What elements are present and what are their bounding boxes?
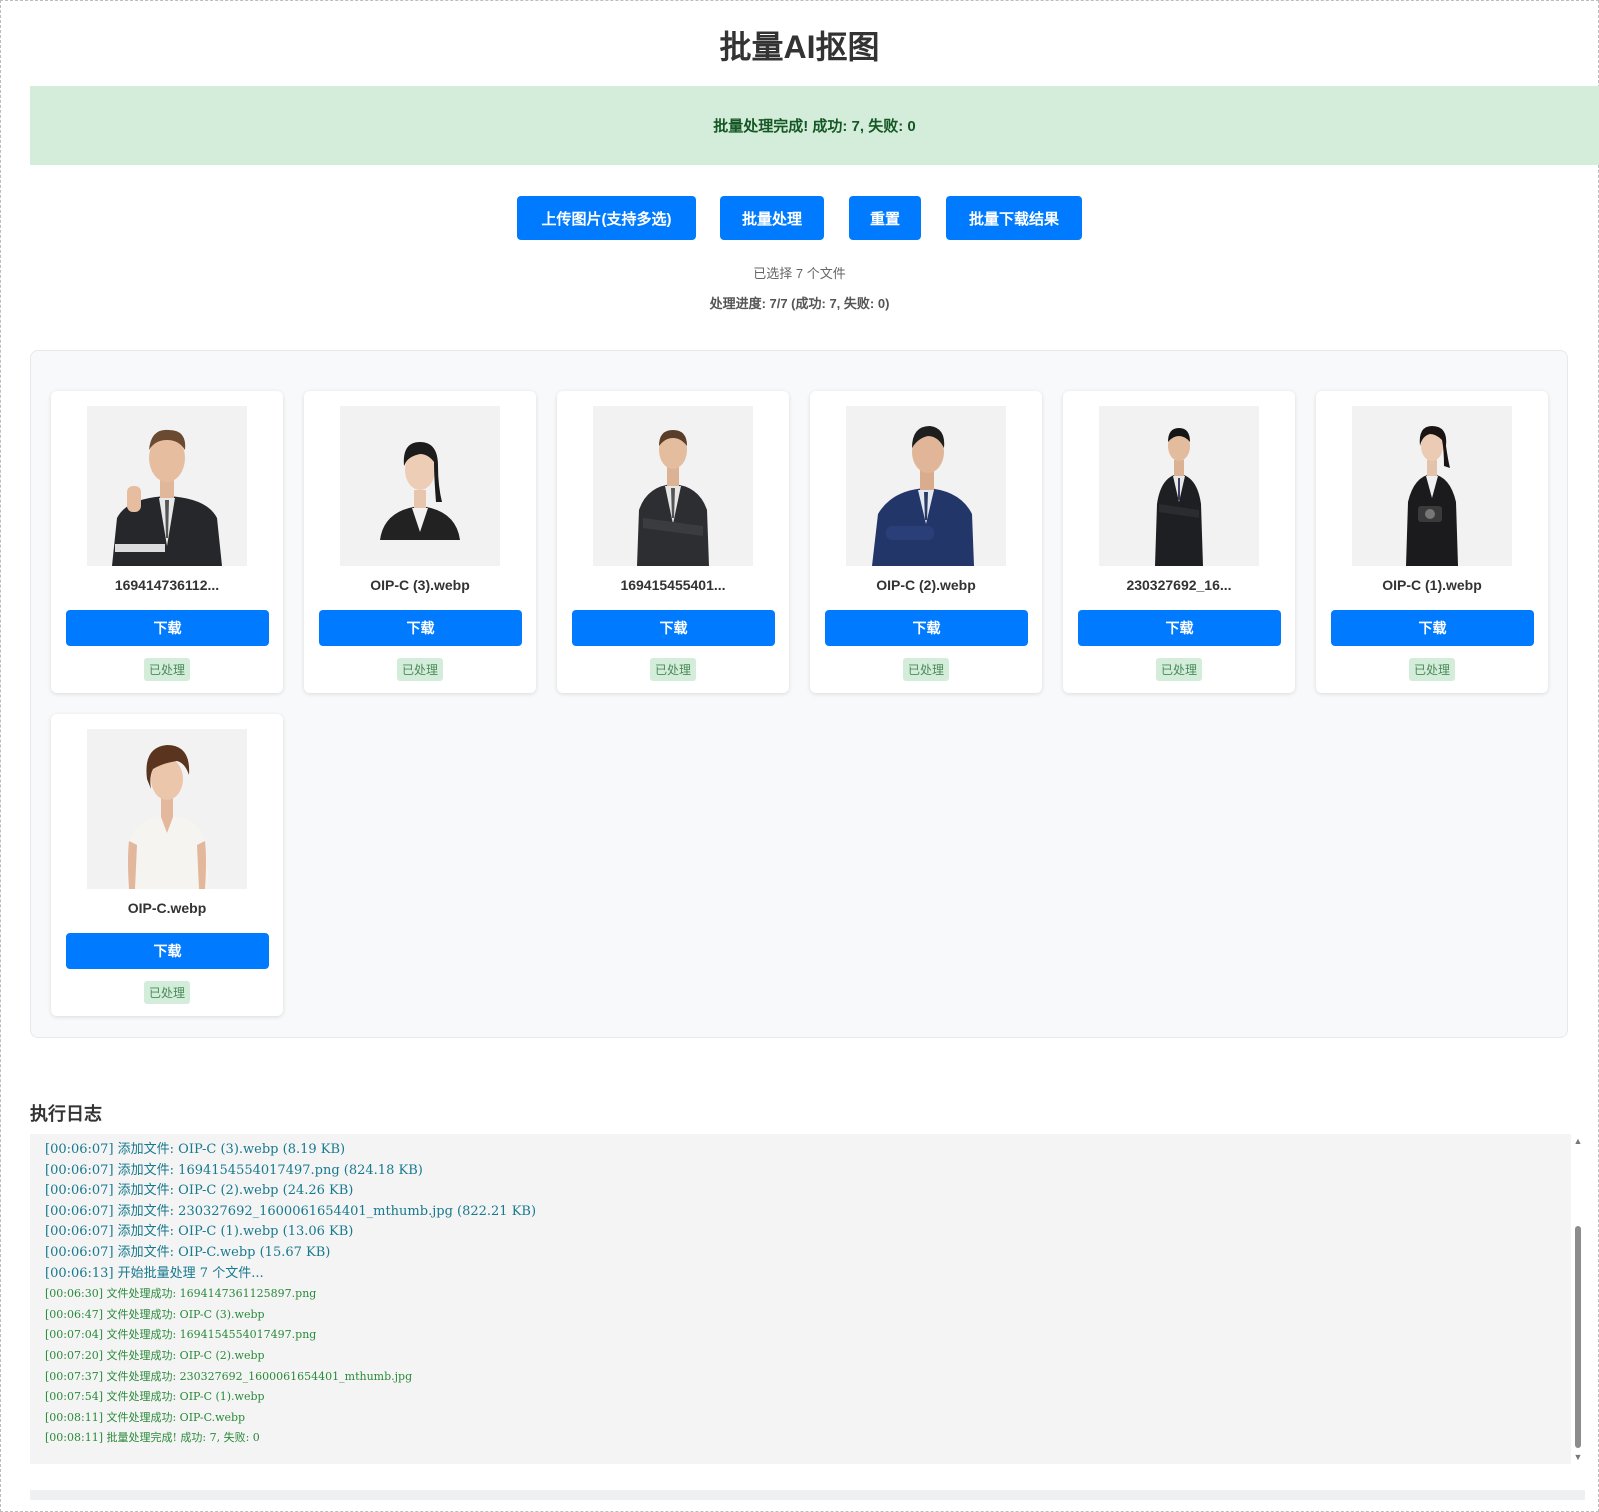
person-portrait-icon: [637, 430, 709, 566]
scroll-down-arrow-icon[interactable]: ▼: [1573, 1452, 1583, 1462]
log-panel[interactable]: [00:06:07] 添加文件: OIP-C (3).webp (8.19 KB…: [30, 1134, 1585, 1464]
success-banner: 批量处理完成! 成功: 7, 失败: 0: [30, 86, 1599, 165]
log-line: [00:07:20] 文件处理成功: OIP-C (2).webp: [45, 1348, 265, 1362]
result-card: OIP-C.webp 下载 已处理: [51, 714, 283, 1016]
batch-download-button[interactable]: 批量下载结果: [946, 196, 1082, 240]
log-line: [00:06:07] 添加文件: OIP-C.webp (15.67 KB): [45, 1244, 331, 1260]
scroll-up-arrow-icon[interactable]: ▲: [1573, 1136, 1583, 1146]
person-portrait-icon: [380, 442, 460, 540]
status-badge: 已处理: [143, 658, 191, 681]
log-line: [00:06:47] 文件处理成功: OIP-C (3).webp: [45, 1307, 265, 1321]
status-badge: 已处理: [902, 658, 950, 681]
scrollbar-thumb[interactable]: [1575, 1226, 1581, 1448]
person-portrait-icon: [1155, 428, 1203, 566]
log-line: [00:08:11] 文件处理成功: OIP-C.webp: [45, 1410, 246, 1424]
result-filename: 230327692_16...: [1126, 577, 1232, 593]
result-card: 230327692_16... 下载 已处理: [1063, 391, 1295, 693]
result-filename: 169415455401...: [620, 577, 726, 593]
download-button[interactable]: 下载: [66, 933, 269, 969]
results-gallery: 169414736112... 下载 已处理 OIP-C (3).webp 下载…: [30, 350, 1568, 1038]
result-thumbnail: [87, 729, 247, 889]
log-line: [00:07:37] 文件处理成功: 230327692_16000616544…: [45, 1369, 413, 1383]
download-button[interactable]: 下载: [825, 610, 1028, 646]
result-card: OIP-C (1).webp 下载 已处理: [1316, 391, 1548, 693]
result-thumbnail: [593, 406, 753, 566]
reset-button[interactable]: 重置: [849, 196, 921, 240]
result-card: OIP-C (3).webp 下载 已处理: [304, 391, 536, 693]
result-filename: OIP-C.webp: [127, 900, 207, 916]
log-line: [00:06:13] 开始批量处理 7 个文件...: [45, 1265, 264, 1281]
result-thumbnail: [1352, 406, 1512, 566]
result-filename: OIP-C (1).webp: [1382, 577, 1482, 593]
log-line: [00:07:04] 文件处理成功: 1694154554017497.png: [45, 1328, 317, 1342]
result-card: 169414736112... 下载 已处理: [51, 391, 283, 693]
progress-status: 处理进度: 7/7 (成功: 7, 失败: 0): [709, 296, 890, 311]
download-button[interactable]: 下载: [1078, 610, 1281, 646]
download-button[interactable]: 下载: [319, 610, 522, 646]
result-thumbnail: [340, 406, 500, 566]
download-button[interactable]: 下载: [572, 610, 775, 646]
person-portrait-icon: [1406, 426, 1458, 566]
log-line: [00:06:30] 文件处理成功: 1694147361125897.png: [45, 1287, 317, 1301]
success-banner-text: 批量处理完成! 成功: 7, 失败: 0: [713, 118, 916, 135]
download-button[interactable]: 下载: [1331, 610, 1534, 646]
result-card: 169415455401... 下载 已处理: [557, 391, 789, 693]
log-line: [00:06:07] 添加文件: 1694154554017497.png (8…: [45, 1162, 423, 1178]
result-filename: OIP-C (2).webp: [876, 577, 976, 593]
log-line: [00:07:54] 文件处理成功: OIP-C (1).webp: [45, 1390, 265, 1404]
log-line: [00:06:07] 添加文件: OIP-C (3).webp (8.19 KB…: [45, 1142, 346, 1157]
status-badge: 已处理: [649, 658, 697, 681]
result-thumbnail: [1099, 406, 1259, 566]
log-scrollbar[interactable]: ▲ ▼: [1571, 1134, 1585, 1464]
person-portrait-icon: [125, 745, 209, 889]
status-badge: 已处理: [143, 981, 191, 1004]
person-portrait-icon: [872, 426, 974, 566]
log-title: 执行日志: [30, 1104, 102, 1124]
selected-files-count: 已选择 7 个文件: [753, 266, 846, 281]
status-badge: 已处理: [1155, 658, 1203, 681]
result-thumbnail: [846, 406, 1006, 566]
download-button[interactable]: 下载: [66, 610, 269, 646]
log-line: [00:06:07] 添加文件: 230327692_1600061654401…: [45, 1203, 537, 1219]
result-thumbnail: [87, 406, 247, 566]
log-line: [00:08:11] 批量处理完成! 成功: 7, 失败: 0: [45, 1431, 260, 1445]
status-badge: 已处理: [1408, 658, 1456, 681]
log-lines: [00:06:07] 添加文件: OIP-C (3).webp (8.19 KB…: [45, 1140, 536, 1449]
status-badge: 已处理: [396, 658, 444, 681]
person-portrait-icon: [112, 429, 222, 566]
batch-process-button[interactable]: 批量处理: [720, 196, 824, 240]
result-filename: 169414736112...: [114, 577, 220, 593]
log-line: [00:06:07] 添加文件: OIP-C (2).webp (24.26 K…: [45, 1183, 354, 1199]
result-card: OIP-C (2).webp 下载 已处理: [810, 391, 1042, 693]
log-line: [00:06:07] 添加文件: OIP-C (1).webp (13.06 K…: [45, 1224, 354, 1240]
upload-images-button[interactable]: 上传图片(支持多选): [517, 196, 696, 240]
page-title: 批量AI抠图: [719, 29, 880, 65]
bottom-divider: [30, 1490, 1585, 1500]
result-filename: OIP-C (3).webp: [370, 577, 470, 593]
